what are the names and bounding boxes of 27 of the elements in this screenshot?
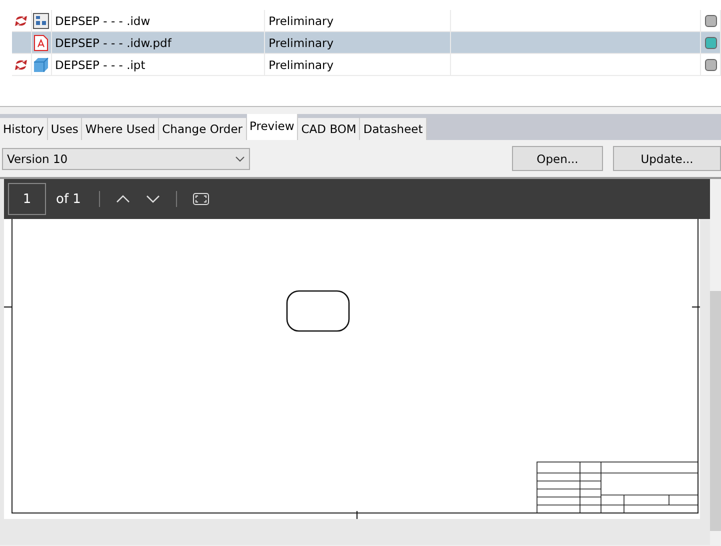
tab[interactable]: CAD BOM	[298, 118, 360, 140]
open-button[interactable]: Open...	[512, 146, 603, 171]
file-state: Preliminary	[268, 58, 334, 72]
update-button[interactable]: Update...	[613, 146, 721, 171]
tab[interactable]: Where Used	[82, 118, 160, 140]
file-state: Preliminary	[268, 36, 334, 50]
fit-page-icon[interactable]	[192, 193, 209, 205]
page-count: of 1	[56, 192, 81, 206]
file-name: DEPSEP - - - .ipt	[54, 58, 146, 72]
tab[interactable]: History	[0, 118, 48, 140]
version-dropdown[interactable]: Version 10	[2, 148, 250, 170]
chevron-up-icon[interactable]	[116, 195, 130, 203]
tab[interactable]: Uses	[48, 118, 82, 140]
file-state: Preliminary	[268, 14, 334, 28]
caret-icon	[235, 156, 245, 162]
file-row[interactable]: DEPSEP - - - .idw.pdf Preliminary	[12, 32, 721, 54]
tab[interactable]: Datasheet	[360, 118, 427, 140]
file-name: DEPSEP - - - .idw	[54, 14, 150, 28]
file-name: DEPSEP - - - .idw.pdf	[54, 36, 172, 50]
tab[interactable]: Preview	[246, 114, 298, 140]
file-row[interactable]: DEPSEP - - - .ipt Preliminary	[12, 54, 721, 76]
part-cube-icon	[33, 56, 50, 72]
page-number-field[interactable]: 1	[8, 183, 46, 215]
tab[interactable]: Change Order	[159, 118, 247, 140]
pdf-file-icon	[34, 34, 48, 50]
drawing-file-icon	[33, 12, 50, 28]
chevron-down-icon[interactable]	[146, 195, 160, 203]
